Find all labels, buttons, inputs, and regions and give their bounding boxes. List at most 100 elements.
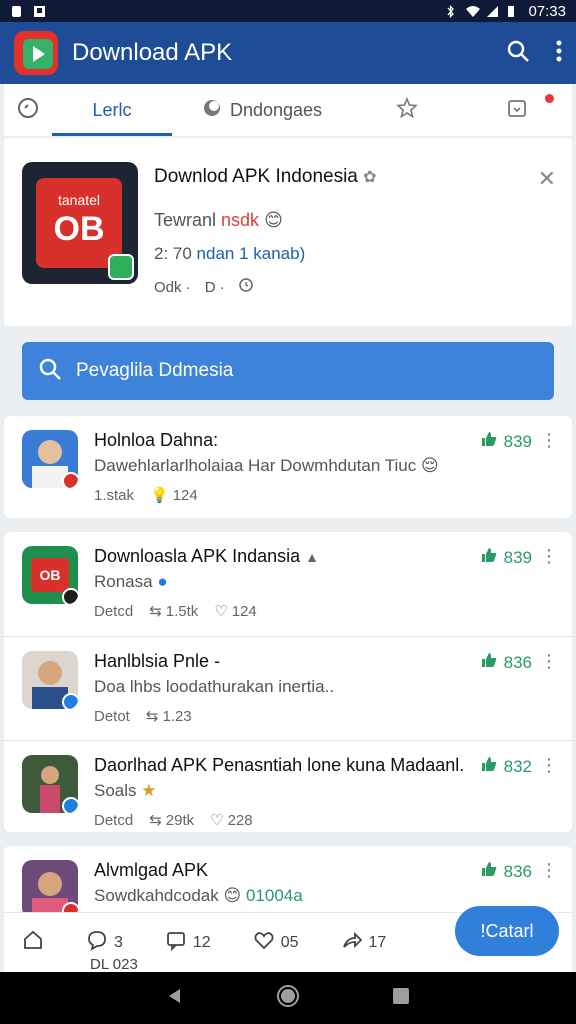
thumbs-up-icon [480,546,498,569]
emoji-icon: 😊 [223,886,242,905]
tab-favorites[interactable] [352,84,462,136]
post-menu-icon[interactable]: ⋮ [540,651,558,672]
reply-button[interactable]: 12 [165,929,211,956]
tab-notifications[interactable] [462,84,572,136]
home-nav-icon[interactable] [276,984,300,1013]
avatar-badge [62,472,78,488]
home-icon [22,929,44,956]
avatar [22,860,78,918]
back-icon[interactable] [165,986,185,1011]
feed-subtitle: Ronasa ● [94,572,168,591]
post-menu-icon[interactable]: ⋮ [540,546,558,567]
like-button[interactable]: 836 [480,860,532,883]
replies-count: 12 [192,933,211,951]
star-icon [396,96,418,124]
app-icon-caption: tanatel [57,192,101,208]
feed-subtitle: Soals ★ [94,781,157,800]
like-count: 839 [503,547,532,567]
favorite-button[interactable]: 05 [253,929,299,956]
heart-icon [253,929,275,956]
shares-count: 17 [368,933,387,951]
home-button[interactable] [22,929,44,956]
feed-item[interactable]: OB Downloasla APK Indansia ▲ Ronasa ● De… [4,532,572,636]
like-button[interactable]: 839 [480,546,532,569]
comment-action-button[interactable]: !Catarl [455,906,559,956]
feed-meta: Detot ⇆ 1.23 [94,707,192,726]
recents-icon[interactable] [391,986,411,1011]
bluetooth-icon [444,4,457,18]
notification-bell-icon [506,97,528,124]
search-icon [38,357,62,386]
status-time: 07:33 [528,2,566,20]
idea-emoji-icon: 💡 [150,487,169,504]
feed-subtitle: Doa lhbs loodathurakan inertia.. [94,677,335,696]
post-title: Holnloa Dahna: [94,430,219,450]
app-name: Downlod APK Indonesia ✿ [154,166,377,187]
post-title: Alvmlgad APK [94,860,209,880]
comments-button[interactable]: 3 [86,929,123,956]
share-icon [341,929,363,956]
app-icon: tanatel OB [22,162,138,284]
post-card[interactable]: Holnloa Dahna: Dawehlarlarlholaiaa Har D… [4,416,572,518]
footnote-text: DL 023 [90,956,138,973]
meta-b: D · [204,278,225,296]
app-icon-label: OB [53,210,105,248]
post-subtitle: Sowdkahdcodak 😊 01004a [94,886,303,905]
avatar-badge [62,588,78,604]
thumbs-up-icon [480,755,498,778]
like-count: 839 [503,431,532,451]
retweet-icon: ⇆ [145,708,159,725]
featured-app-card[interactable]: tanatel OB Downlod APK Indonesia ✿ ✕ Tew… [4,138,572,326]
feed-card: OB Downloasla APK Indansia ▲ Ronasa ● De… [4,532,572,832]
downloads-link[interactable]: ndan 1 kanab [197,244,300,263]
post-menu-icon[interactable]: ⋮ [540,755,558,776]
feed-item[interactable]: Hanlblsia Pnle - Doa lhbs loodathurakan … [4,636,572,740]
app-bar: Download APK [0,22,576,84]
like-button[interactable]: 839 [480,430,532,453]
tab-label: Dndongaes [229,99,323,120]
like-count: 832 [503,756,532,776]
notification-icon [10,5,23,18]
thumbs-up-icon [480,860,498,883]
comment-icon [86,929,108,956]
avatar-badge [62,797,78,813]
share-button[interactable]: 17 [341,929,387,956]
reply-icon [165,929,187,956]
post-menu-icon[interactable]: ⋮ [540,860,558,881]
app-meta: Odk · D · [154,278,253,296]
app-logo [14,31,58,75]
category-icon [202,98,222,123]
search-label: Pevaglila Ddmesia [76,360,234,381]
like-count: 836 [503,861,532,881]
tab-categories[interactable]: Dndongaes [172,84,352,136]
like-button[interactable]: 836 [480,651,532,674]
feed-title: Downloasla APK Indansia ▲ [94,546,320,566]
search-button[interactable]: Pevaglila Ddmesia [22,342,554,400]
like-button[interactable]: 832 [480,755,532,778]
more-options-icon[interactable] [556,39,562,68]
verified-badge-icon [108,254,134,280]
sparkle-icon: ★ [141,781,157,800]
smile-emoji-icon: 😊 [264,210,283,230]
post-meta: 1.stak 💡 124 [94,486,198,505]
feed-title: Hanlblsia Pnle - [94,651,221,671]
post-menu-icon[interactable]: ⋮ [540,430,558,451]
verified-check-icon: ● [157,572,168,591]
feed-meta: Detcd ⇆ 1.5tk ♡ 124 [94,602,257,621]
tab-history[interactable] [4,84,52,136]
retweet-icon: ⇆ [149,603,162,620]
search-icon[interactable] [506,39,530,68]
tab-latest[interactable]: Lerlc [52,84,172,136]
feed-item[interactable]: Daorlhad APK Penasntiah lone kuna Madaan… [4,740,572,844]
avatar [22,755,78,813]
download-notification-icon [33,5,46,18]
retweet-icon: ⇆ [149,812,162,829]
app-developer: Tewranl nsdk 😊 [154,210,283,230]
emoji-icon: 😌 [420,456,439,475]
battery-icon [507,5,520,18]
avatar-label: OB [31,558,69,592]
close-icon[interactable]: ✕ [538,166,556,192]
tab-bar: Lerlc Dndongaes [4,84,572,136]
favorites-count: 05 [280,933,299,951]
avatar [22,430,78,488]
